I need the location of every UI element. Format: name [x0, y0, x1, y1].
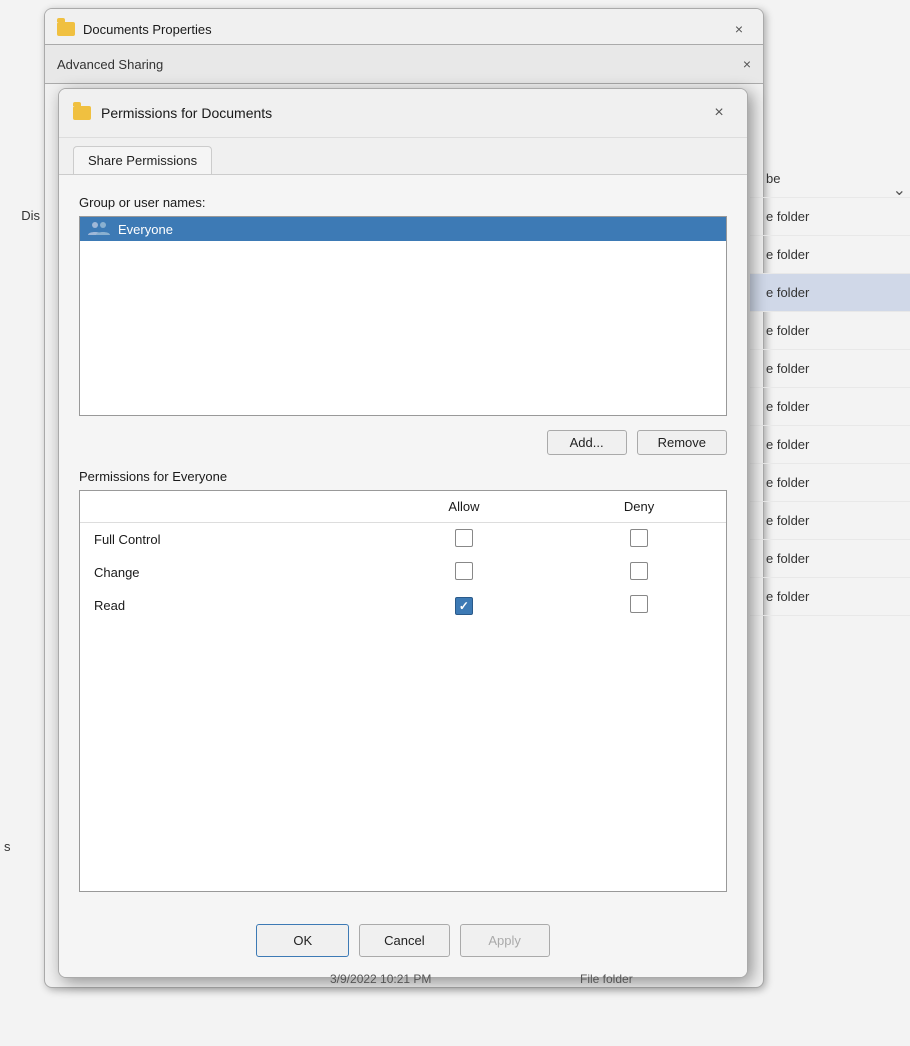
tab-bar: Share Permissions: [59, 138, 747, 175]
col-header-deny: Deny: [552, 491, 726, 523]
sidebar-item-9[interactable]: e folder: [750, 502, 910, 540]
permission-row-read: Read: [80, 589, 726, 622]
full-control-deny-checkbox[interactable]: [630, 529, 648, 547]
permissions-dialog: Permissions for Documents × Share Permis…: [58, 88, 748, 978]
user-item-label: Everyone: [118, 222, 173, 237]
sidebar-item-8[interactable]: e folder: [750, 464, 910, 502]
change-deny-checkbox[interactable]: [630, 562, 648, 580]
permission-row-change: Change: [80, 556, 726, 589]
bottom-buttons: OK Cancel Apply: [59, 908, 747, 977]
group-user-section: Group or user names: Everyone: [79, 195, 727, 416]
change-allow-checkbox[interactable]: [455, 562, 473, 580]
chevron-down-icon[interactable]: ⌄: [893, 180, 906, 200]
advanced-sharing-bar: Advanced Sharing ×: [44, 44, 764, 84]
permissions-table: Allow Deny Full Control: [80, 491, 726, 622]
users-icon: [88, 221, 110, 237]
sidebar-item-11[interactable]: e folder: [750, 578, 910, 616]
add-button[interactable]: Add...: [547, 430, 627, 455]
type-label: File folder: [580, 972, 633, 986]
docs-properties-title: Documents Properties: [83, 22, 719, 37]
permissions-titlebar: Permissions for Documents ×: [59, 89, 747, 138]
permissions-title: Permissions for Documents: [101, 105, 695, 121]
group-user-label: Group or user names:: [79, 195, 727, 210]
permissions-content: Group or user names: Everyone: [59, 175, 747, 908]
sidebar-item-4[interactable]: e folder: [750, 312, 910, 350]
full-control-deny-cell: [552, 523, 726, 557]
read-allow-cell: [376, 589, 552, 622]
sidebar-item-6[interactable]: e folder: [750, 388, 910, 426]
timestamp-label: 3/9/2022 10:21 PM: [330, 972, 431, 986]
permission-name-change: Change: [80, 556, 376, 589]
change-deny-cell: [552, 556, 726, 589]
sidebar-item-5[interactable]: e folder: [750, 350, 910, 388]
docs-folder-icon: [57, 22, 75, 36]
col-header-permission: [80, 491, 376, 523]
advanced-sharing-close[interactable]: ×: [743, 56, 751, 72]
tab-share-permissions[interactable]: Share Permissions: [73, 146, 212, 174]
col-header-allow: Allow: [376, 491, 552, 523]
read-allow-checkbox[interactable]: [455, 597, 473, 615]
read-deny-cell: [552, 589, 726, 622]
sidebar-item-3[interactable]: e folder: [750, 274, 910, 312]
full-control-allow-checkbox[interactable]: [455, 529, 473, 547]
permissions-folder-icon: [73, 106, 91, 120]
sidebar-item-2[interactable]: e folder: [750, 236, 910, 274]
change-allow-cell: [376, 556, 552, 589]
sidebar-item-10[interactable]: e folder: [750, 540, 910, 578]
ok-button[interactable]: OK: [256, 924, 349, 957]
permissions-section-label: Permissions for Everyone: [79, 469, 727, 484]
cancel-button[interactable]: Cancel: [359, 924, 449, 957]
permissions-section: Permissions for Everyone Allow Deny Full…: [79, 469, 727, 892]
bottom-left-s-label: s: [0, 839, 11, 854]
user-list-item-everyone[interactable]: Everyone: [80, 217, 726, 241]
permissions-close-button[interactable]: ×: [705, 99, 733, 127]
sidebar-item-7[interactable]: e folder: [750, 426, 910, 464]
sidebar-item-1[interactable]: e folder: [750, 198, 910, 236]
add-remove-row: Add... Remove: [79, 430, 727, 455]
permission-name-full-control: Full Control: [80, 523, 376, 557]
docs-properties-close-button[interactable]: ×: [727, 17, 751, 41]
permission-name-read: Read: [80, 589, 376, 622]
full-control-allow-cell: [376, 523, 552, 557]
sidebar-items: be e folder e folder e folder e folder e…: [750, 160, 910, 616]
left-dis-label: Dis: [0, 208, 44, 223]
permission-row-full-control: Full Control: [80, 523, 726, 557]
remove-button[interactable]: Remove: [637, 430, 727, 455]
user-list[interactable]: Everyone: [79, 216, 727, 416]
advanced-sharing-label: Advanced Sharing: [57, 57, 163, 72]
read-deny-checkbox[interactable]: [630, 595, 648, 613]
sidebar-item-0[interactable]: be: [750, 160, 910, 198]
apply-button[interactable]: Apply: [460, 924, 550, 957]
permissions-table-container: Allow Deny Full Control: [79, 490, 727, 892]
